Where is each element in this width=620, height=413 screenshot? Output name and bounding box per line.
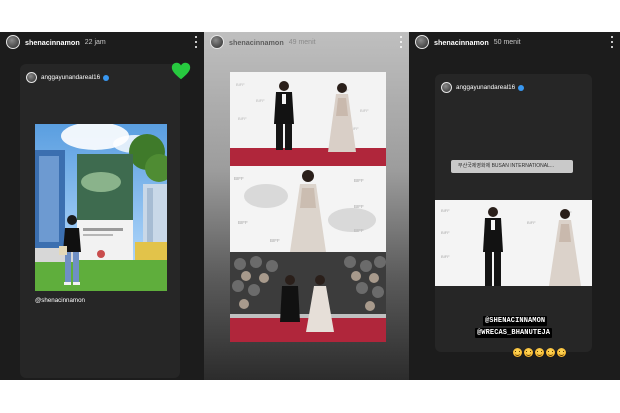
grinning-emoji-icon — [557, 348, 566, 357]
location-tag[interactable]: 부산국제영화제 BUSAN INTERNATIONAL... — [451, 160, 573, 173]
crowd-photo — [230, 252, 386, 342]
more-options-icon[interactable] — [399, 36, 402, 48]
reposted-card[interactable]: anggayunandareal16 @shenacinnamon — [20, 64, 180, 378]
story-panel-1[interactable]: shenacinnamon 22 jam anggayunandareal16 — [0, 32, 204, 380]
username[interactable]: shenacinnamon — [434, 38, 489, 47]
avatar[interactable] — [210, 35, 224, 49]
emoji-row — [513, 348, 566, 357]
username[interactable]: shenacinnamon — [229, 38, 284, 47]
grinning-emoji-icon — [546, 348, 555, 357]
grinning-emoji-icon — [524, 348, 533, 357]
grinning-emoji-icon — [535, 348, 544, 357]
timestamp: 22 jam — [84, 38, 106, 46]
svg-text:BIFF: BIFF — [354, 178, 364, 183]
verified-badge-icon — [103, 74, 110, 81]
red-carpet-photo: BIFFBIFFBIFF BIFFBIFFBIFF — [230, 72, 386, 166]
svg-text:BIFF: BIFF — [360, 108, 369, 113]
svg-text:BIFF: BIFF — [256, 98, 265, 103]
green-heart-icon — [171, 62, 191, 80]
svg-text:BIFF: BIFF — [441, 254, 450, 259]
svg-text:BIFF: BIFF — [238, 116, 247, 121]
svg-text:BIFF: BIFF — [527, 220, 536, 225]
mention-sticker-2[interactable]: @WRECAS_BHANUTEJA — [475, 328, 553, 338]
avatar[interactable] — [26, 72, 37, 83]
reposted-header: anggayunandareal16 — [26, 72, 110, 83]
avatar[interactable] — [6, 35, 20, 49]
verified-badge-icon — [518, 84, 525, 91]
mention-text[interactable]: @shenacinnamon — [35, 297, 85, 304]
avatar[interactable] — [415, 35, 429, 49]
reposted-username[interactable]: anggayunandareal16 — [456, 84, 515, 91]
username[interactable]: shenacinnamon — [25, 38, 80, 47]
svg-text:BIFF: BIFF — [238, 220, 248, 225]
svg-text:BIFF: BIFF — [441, 230, 450, 235]
more-options-icon[interactable] — [610, 36, 613, 48]
more-options-icon[interactable] — [194, 36, 197, 48]
story-panel-2[interactable]: shenacinnamon 49 menit BIFF BIFF BIFF BIFF… — [204, 32, 409, 380]
svg-text:BIFF: BIFF — [270, 238, 280, 243]
story-header: shenacinnamon 49 menit — [204, 32, 409, 52]
reposted-card[interactable]: anggayunandareal16 부산국제영화제 BUSAN INTERNA… — [435, 74, 592, 357]
avatar[interactable] — [441, 82, 452, 93]
post-photo — [35, 124, 167, 291]
reposted-username[interactable]: anggayunandareal16 — [41, 74, 100, 81]
mention-sticker-1[interactable]: @SHENACINNAMON — [483, 316, 548, 326]
svg-text:BIFF: BIFF — [236, 82, 245, 87]
story-header: shenacinnamon 50 menit — [409, 32, 620, 52]
story-header: shenacinnamon 22 jam — [0, 32, 204, 52]
red-carpet-photo: BIFFBIFFBIFF BIFFBIFFBIFF BIFF — [435, 200, 592, 286]
timestamp: 50 menit — [493, 38, 521, 46]
story-panel-3[interactable]: shenacinnamon 50 menit anggayunandareal1… — [409, 32, 620, 380]
actress-photo: BIFFBIFFBIFF BIFFBIFFBIFF — [230, 166, 386, 252]
grinning-emoji-icon — [513, 348, 522, 357]
stories-strip: shenacinnamon 22 jam anggayunandareal16 — [0, 32, 620, 380]
reposted-header: anggayunandareal16 — [441, 82, 525, 93]
svg-text:BIFF: BIFF — [441, 208, 450, 213]
svg-text:BIFF: BIFF — [234, 176, 244, 181]
timestamp: 49 menit — [288, 38, 316, 46]
